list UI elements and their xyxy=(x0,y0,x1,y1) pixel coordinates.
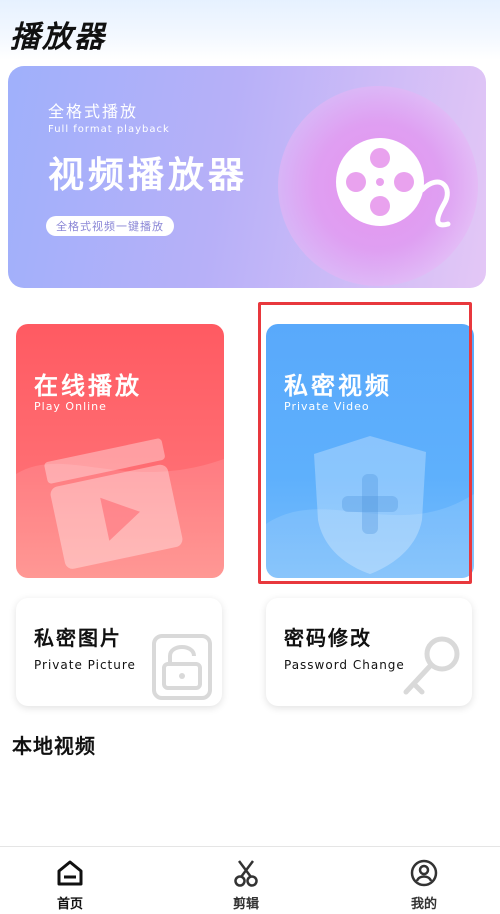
tab-edit-label: 剪辑 xyxy=(232,897,259,912)
tab-edit[interactable]: 剪辑 xyxy=(206,859,286,912)
user-icon xyxy=(410,859,438,887)
banner-headline: 视频播放器 xyxy=(48,155,249,196)
play-online-title: 在线播放 xyxy=(34,372,142,400)
play-online-subtitle: Play Online xyxy=(34,400,107,413)
banner-subtitle-en: Full format playback xyxy=(48,124,170,135)
tab-home-label: 首页 xyxy=(56,897,83,912)
banner-subtitle: 全格式播放 xyxy=(48,102,139,121)
selection-highlight xyxy=(258,302,472,584)
clapperboard-icon xyxy=(16,438,224,578)
private-picture-title: 私密图片 xyxy=(34,626,122,650)
private-picture-subtitle: Private Picture xyxy=(34,658,136,672)
play-online-card[interactable]: 在线播放 Play Online xyxy=(16,324,224,578)
film-reel-icon xyxy=(336,138,451,228)
home-icon xyxy=(57,860,83,886)
padlock-icon xyxy=(152,634,212,700)
password-change-subtitle: Password Change xyxy=(284,658,405,672)
tab-mine-label: 我的 xyxy=(410,897,437,912)
key-icon xyxy=(403,636,460,695)
banner-chip: 全格式视频一键播放 xyxy=(46,216,174,236)
bottom-tab-bar: 首页 剪辑 我的 xyxy=(0,846,500,914)
local-videos-heading: 本地视频 xyxy=(12,734,96,758)
password-change-title: 密码修改 xyxy=(284,626,372,650)
banner[interactable]: 全格式播放 Full format playback 视频播放器 全格式视频一键… xyxy=(8,66,486,288)
tab-mine[interactable]: 我的 xyxy=(384,859,464,912)
private-picture-card[interactable]: 私密图片 Private Picture xyxy=(16,598,222,706)
scissors-icon xyxy=(234,860,258,887)
tab-home[interactable]: 首页 xyxy=(30,859,110,912)
app-title: 播放器 xyxy=(10,20,106,55)
password-change-card[interactable]: 密码修改 Password Change xyxy=(266,598,472,706)
